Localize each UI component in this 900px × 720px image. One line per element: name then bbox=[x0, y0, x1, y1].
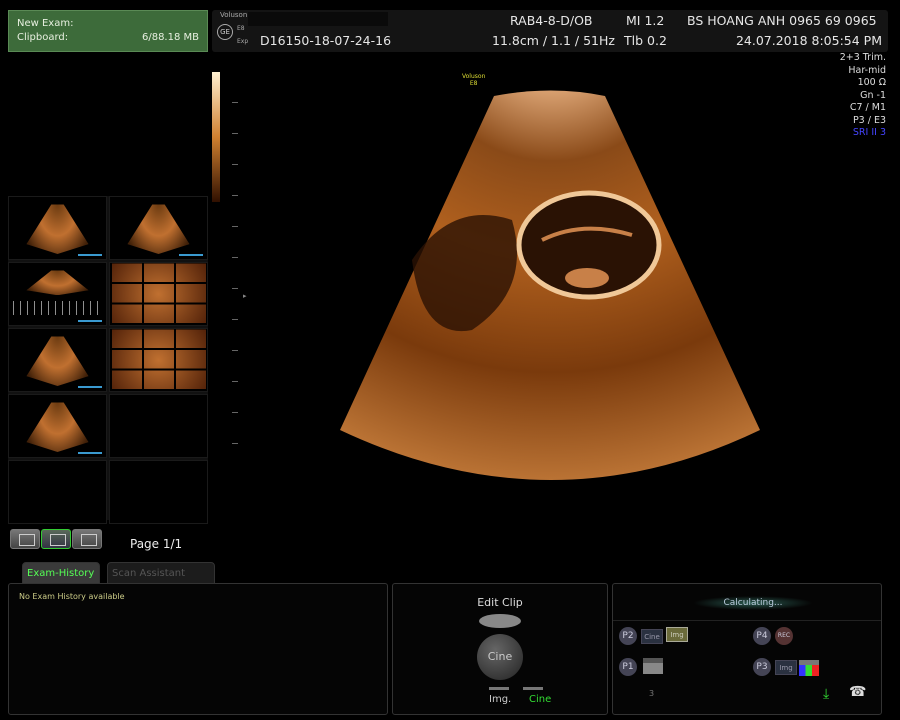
exam-history-message: No Exam History available bbox=[19, 592, 125, 601]
ge-logo: GE bbox=[217, 24, 233, 40]
thumbnail[interactable] bbox=[8, 196, 107, 260]
img-envelope-icon[interactable]: Img bbox=[666, 627, 688, 642]
institution-label: BS HOANG ANH 0965 69 0965 bbox=[687, 13, 877, 28]
brand-label: Voluson bbox=[220, 11, 248, 19]
thumbnail[interactable] bbox=[109, 196, 208, 260]
empty-thumbnail-slot bbox=[109, 394, 208, 458]
probe-preset: RAB4-8-D/OB bbox=[510, 13, 593, 28]
cine-knob[interactable]: Cine bbox=[477, 634, 523, 680]
thumbnail[interactable] bbox=[8, 328, 107, 392]
ultrasound-image[interactable] bbox=[212, 60, 888, 500]
tab-exam-history[interactable]: Exam-History bbox=[22, 562, 100, 584]
depth-frequency: 11.8cm / 1.1 / 51Hz bbox=[492, 33, 615, 48]
ge-service-phone-icon[interactable]: ☎ bbox=[849, 684, 866, 700]
empty-thumbnail-slot bbox=[8, 460, 107, 524]
color-printer-icon[interactable] bbox=[799, 660, 819, 676]
clipboard-thumbnails bbox=[8, 196, 208, 524]
network-download-icon[interactable]: ⤓ bbox=[823, 686, 829, 702]
p2-button[interactable]: P2 bbox=[619, 627, 637, 645]
thermal-index: Tlb 0.2 bbox=[624, 33, 667, 48]
p1-button[interactable]: P1 bbox=[619, 658, 637, 676]
date-time: 24.07.2018 8:05:54 PM bbox=[735, 33, 882, 48]
img-save-icon[interactable]: Img bbox=[775, 660, 797, 675]
edit-clip-panel: Edit Clip Cine Img. Cine bbox=[392, 583, 608, 715]
clipboard-header: New Exam: Clipboard: 6/88.18 MB bbox=[8, 10, 208, 52]
cine-save-icon[interactable]: Cine bbox=[641, 629, 663, 644]
thumbnail[interactable] bbox=[109, 262, 208, 326]
layout-2x2-button[interactable] bbox=[41, 529, 71, 549]
layout-3x3-button[interactable] bbox=[72, 529, 102, 549]
print-status-panel: Calculating... P2 Cine Img P4 REC P1 P3 … bbox=[612, 583, 882, 715]
calculating-status: Calculating... bbox=[693, 596, 813, 610]
tab-scan-assistant[interactable]: Scan Assistant bbox=[107, 562, 215, 584]
header-bar: Voluson GE E8 Exp D16150-18-07-24-16 RAB… bbox=[212, 10, 888, 52]
img-label[interactable]: Img. bbox=[489, 694, 511, 705]
clip-knob[interactable] bbox=[479, 614, 521, 628]
p4-button[interactable]: P4 bbox=[753, 627, 771, 645]
empty-thumbnail-slot bbox=[109, 460, 208, 524]
printer-icon[interactable] bbox=[643, 658, 663, 674]
thumbnail[interactable] bbox=[8, 394, 107, 458]
rec-icon[interactable]: REC bbox=[775, 627, 793, 645]
cine-label[interactable]: Cine bbox=[529, 694, 551, 705]
exam-history-panel: No Exam History available bbox=[8, 583, 388, 715]
page-indicator: Page 1/1 bbox=[130, 537, 183, 551]
layout-1x1-button[interactable] bbox=[10, 529, 40, 549]
queue-count: 3 bbox=[649, 689, 655, 698]
p3-button[interactable]: P3 bbox=[753, 658, 771, 676]
edit-clip-title: Edit Clip bbox=[477, 596, 523, 609]
model-sub-label: Exp bbox=[237, 38, 249, 45]
thumbnail[interactable] bbox=[8, 262, 107, 326]
clipboard-size: 6/88.18 MB bbox=[141, 32, 199, 43]
model-label: E8 bbox=[237, 25, 245, 32]
thumbnail[interactable] bbox=[109, 328, 208, 392]
new-exam-label: New Exam: bbox=[17, 18, 74, 29]
patient-name-field bbox=[248, 12, 388, 26]
patient-id: D16150-18-07-24-16 bbox=[260, 33, 392, 48]
mechanical-index: MI 1.2 bbox=[626, 13, 665, 28]
